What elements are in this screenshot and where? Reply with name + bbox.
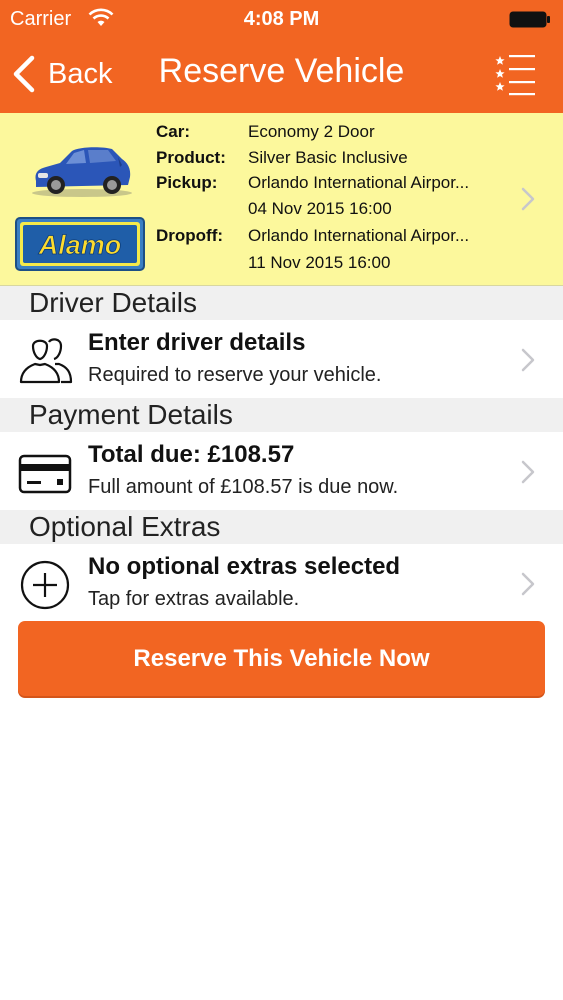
car-label: Car: [156, 122, 191, 141]
credit-card-icon [18, 454, 72, 494]
chevron-right-icon [521, 572, 535, 596]
dropoff-location: Orlando International Airpor... [248, 226, 470, 245]
clock: 4:08 PM [243, 8, 320, 30]
booking-summary[interactable]: Alamo Car: Economy 2 Door Product: Silve… [0, 113, 563, 286]
chevron-right-icon [521, 460, 535, 484]
payment-details-header: Payment Details [0, 398, 563, 432]
payment-subtitle: Full amount of £108.57 is due now. [88, 476, 399, 498]
add-circle-icon [20, 560, 70, 610]
pickup-label: Pickup: [156, 173, 218, 192]
optional-extras-header: Optional Extras [0, 510, 563, 544]
alamo-logo: Alamo [15, 217, 145, 271]
driver-details-header: Driver Details [0, 286, 563, 320]
people-icon [19, 338, 73, 384]
back-label: Back [48, 57, 113, 90]
driver-details-heading: Driver Details [29, 287, 198, 318]
car-value: Economy 2 Door [248, 122, 375, 141]
chevron-left-icon [13, 55, 35, 93]
navigation-bar: Back Reserve Vehicle [0, 40, 563, 113]
svg-text:Alamo: Alamo [38, 230, 122, 260]
chevron-right-icon [521, 348, 535, 372]
optional-extras-heading: Optional Extras [29, 511, 221, 542]
page-title-text: Reserve Vehicle [158, 52, 405, 90]
driver-details-subtitle: Required to reserve your vehicle. [88, 364, 382, 386]
dropoff-label: Dropoff: [156, 226, 224, 245]
driver-details-row[interactable]: Enter driver details Required to reserve… [0, 320, 563, 398]
extras-subtitle: Tap for extras available. [88, 588, 300, 610]
product-label: Product: [156, 148, 226, 167]
back-button[interactable]: Back [12, 52, 112, 96]
car-image [32, 147, 132, 197]
reserve-vehicle-button[interactable]: Reserve This Vehicle Now [18, 621, 545, 696]
payment-total-title: Total due: £108.57 [88, 441, 295, 468]
driver-details-title: Enter driver details [88, 329, 306, 356]
payment-details-heading: Payment Details [29, 399, 233, 430]
pickup-datetime: 04 Nov 2015 16:00 [248, 199, 392, 218]
app-header: Carrier 4:08 PM Back Reserve Vehicle [0, 0, 563, 113]
starred-list-icon[interactable] [495, 52, 537, 96]
product-value: Silver Basic Inclusive [248, 148, 408, 167]
payment-details-row[interactable]: Total due: £108.57 Full amount of £108.5… [0, 432, 563, 510]
extras-title: No optional extras selected [88, 553, 401, 580]
status-bar: Carrier 4:08 PM [0, 0, 563, 40]
dropoff-datetime: 11 Nov 2015 16:00 [248, 253, 391, 272]
pickup-location: Orlando International Airpor... [248, 173, 470, 192]
optional-extras-row[interactable]: No optional extras selected Tap for extr… [0, 544, 563, 622]
chevron-right-icon [521, 187, 535, 211]
battery-icon [509, 11, 550, 28]
